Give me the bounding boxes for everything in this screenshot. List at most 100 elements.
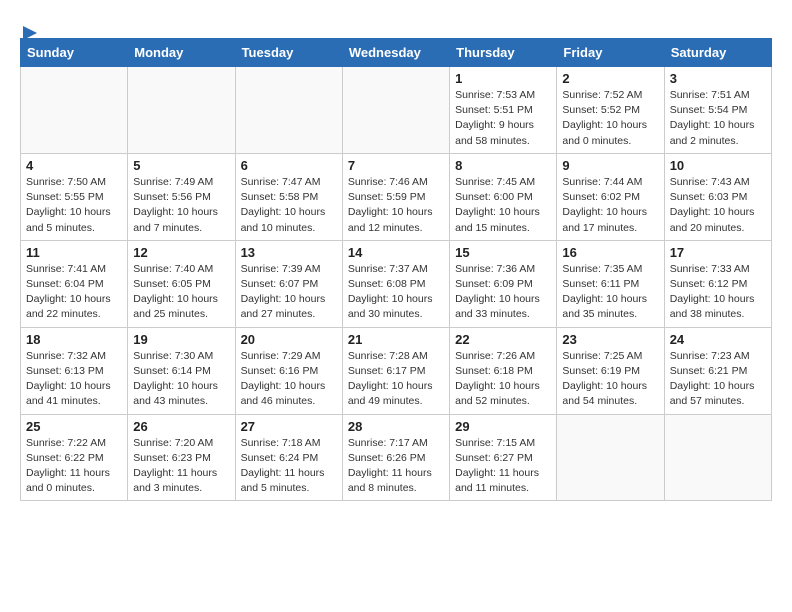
day-info: Sunrise: 7:26 AMSunset: 6:18 PMDaylight:… [455, 349, 551, 410]
day-info: Sunrise: 7:52 AMSunset: 5:52 PMDaylight:… [562, 88, 658, 149]
calendar-day-cell: 2 Sunrise: 7:52 AMSunset: 5:52 PMDaylight… [557, 67, 664, 154]
calendar-table: SundayMondayTuesdayWednesdayThursdayFrid… [20, 38, 772, 501]
day-number: 23 [562, 332, 658, 347]
day-info: Sunrise: 7:47 AMSunset: 5:58 PMDaylight:… [241, 175, 337, 236]
calendar-day-cell [128, 67, 235, 154]
calendar-week-row: 4 Sunrise: 7:50 AMSunset: 5:55 PMDaylight… [21, 153, 772, 240]
day-info: Sunrise: 7:15 AMSunset: 6:27 PMDaylight:… [455, 436, 551, 497]
day-number: 5 [133, 158, 229, 173]
calendar-week-row: 11Sunrise: 7:41 AMSunset: 6:04 PMDayligh… [21, 240, 772, 327]
day-number: 1 [455, 71, 551, 86]
calendar-day-cell: 24 Sunrise: 7:23 AMSunset: 6:21 PMDayligh… [664, 327, 771, 414]
calendar-day-cell: 21 Sunrise: 7:28 AMSunset: 6:17 PMDayligh… [342, 327, 449, 414]
calendar-day-cell: 20 Sunrise: 7:29 AMSunset: 6:16 PMDayligh… [235, 327, 342, 414]
calendar-day-cell: 27 Sunrise: 7:18 AMSunset: 6:24 PMDayligh… [235, 414, 342, 501]
day-number: 7 [348, 158, 444, 173]
calendar-day-cell: 13 Sunrise: 7:39 AMSunset: 6:07 PMDayligh… [235, 240, 342, 327]
calendar-week-row: 18 Sunrise: 7:32 AMSunset: 6:13 PMDayligh… [21, 327, 772, 414]
calendar-day-cell: 9 Sunrise: 7:44 AMSunset: 6:02 PMDaylight… [557, 153, 664, 240]
day-info: Sunrise: 7:23 AMSunset: 6:21 PMDaylight:… [670, 349, 766, 410]
calendar-day-cell: 25 Sunrise: 7:22 AMSunset: 6:22 PMDayligh… [21, 414, 128, 501]
day-number: 9 [562, 158, 658, 173]
day-number: 21 [348, 332, 444, 347]
day-number: 27 [241, 419, 337, 434]
day-number: 3 [670, 71, 766, 86]
day-number: 10 [670, 158, 766, 173]
calendar-day-cell: 29 Sunrise: 7:15 AMSunset: 6:27 PMDayligh… [450, 414, 557, 501]
day-info: Sunrise: 7:39 AMSunset: 6:07 PMDaylight:… [241, 262, 337, 323]
logo-arrow-icon [21, 24, 39, 42]
calendar-day-cell: 8Sunrise: 7:45 AMSunset: 6:00 PMDaylight… [450, 153, 557, 240]
day-info: Sunrise: 7:25 AMSunset: 6:19 PMDaylight:… [562, 349, 658, 410]
day-info: Sunrise: 7:22 AMSunset: 6:22 PMDaylight:… [26, 436, 122, 497]
day-number: 29 [455, 419, 551, 434]
calendar-week-row: 25 Sunrise: 7:22 AMSunset: 6:22 PMDayligh… [21, 414, 772, 501]
day-number: 18 [26, 332, 122, 347]
day-number: 11 [26, 245, 122, 260]
calendar-day-cell [342, 67, 449, 154]
weekday-header: Wednesday [342, 39, 449, 67]
day-info: Sunrise: 7:44 AMSunset: 6:02 PMDaylight:… [562, 175, 658, 236]
calendar-day-cell: 6 Sunrise: 7:47 AMSunset: 5:58 PMDaylight… [235, 153, 342, 240]
calendar-day-cell: 18 Sunrise: 7:32 AMSunset: 6:13 PMDayligh… [21, 327, 128, 414]
day-number: 16 [562, 245, 658, 260]
day-info: Sunrise: 7:33 AMSunset: 6:12 PMDaylight:… [670, 262, 766, 323]
calendar-day-cell: 1Sunrise: 7:53 AMSunset: 5:51 PMDaylight… [450, 67, 557, 154]
day-info: Sunrise: 7:43 AMSunset: 6:03 PMDaylight:… [670, 175, 766, 236]
day-info: Sunrise: 7:36 AMSunset: 6:09 PMDaylight:… [455, 262, 551, 323]
calendar-day-cell: 23 Sunrise: 7:25 AMSunset: 6:19 PMDayligh… [557, 327, 664, 414]
calendar-day-cell [235, 67, 342, 154]
day-info: Sunrise: 7:30 AMSunset: 6:14 PMDaylight:… [133, 349, 229, 410]
day-number: 22 [455, 332, 551, 347]
calendar-day-cell: 3 Sunrise: 7:51 AMSunset: 5:54 PMDaylight… [664, 67, 771, 154]
calendar-header-row: SundayMondayTuesdayWednesdayThursdayFrid… [21, 39, 772, 67]
day-number: 12 [133, 245, 229, 260]
weekday-header: Thursday [450, 39, 557, 67]
day-info: Sunrise: 7:37 AMSunset: 6:08 PMDaylight:… [348, 262, 444, 323]
day-number: 15 [455, 245, 551, 260]
day-number: 17 [670, 245, 766, 260]
calendar-day-cell: 22 Sunrise: 7:26 AMSunset: 6:18 PMDayligh… [450, 327, 557, 414]
day-info: Sunrise: 7:51 AMSunset: 5:54 PMDaylight:… [670, 88, 766, 149]
day-number: 20 [241, 332, 337, 347]
day-number: 13 [241, 245, 337, 260]
logo [20, 24, 40, 38]
calendar-day-cell: 26 Sunrise: 7:20 AMSunset: 6:23 PMDayligh… [128, 414, 235, 501]
day-number: 26 [133, 419, 229, 434]
day-number: 4 [26, 158, 122, 173]
day-info: Sunrise: 7:20 AMSunset: 6:23 PMDaylight:… [133, 436, 229, 497]
weekday-header: Saturday [664, 39, 771, 67]
day-number: 19 [133, 332, 229, 347]
day-info: Sunrise: 7:46 AMSunset: 5:59 PMDaylight:… [348, 175, 444, 236]
day-info: Sunrise: 7:28 AMSunset: 6:17 PMDaylight:… [348, 349, 444, 410]
calendar-day-cell: 12Sunrise: 7:40 AMSunset: 6:05 PMDayligh… [128, 240, 235, 327]
calendar-day-cell: 15 Sunrise: 7:36 AMSunset: 6:09 PMDayligh… [450, 240, 557, 327]
calendar-day-cell: 19 Sunrise: 7:30 AMSunset: 6:14 PMDayligh… [128, 327, 235, 414]
calendar-day-cell: 14Sunrise: 7:37 AMSunset: 6:08 PMDayligh… [342, 240, 449, 327]
day-info: Sunrise: 7:50 AMSunset: 5:55 PMDaylight:… [26, 175, 122, 236]
calendar-day-cell: 4 Sunrise: 7:50 AMSunset: 5:55 PMDaylight… [21, 153, 128, 240]
day-number: 24 [670, 332, 766, 347]
day-number: 25 [26, 419, 122, 434]
calendar-day-cell: 10 Sunrise: 7:43 AMSunset: 6:03 PMDayligh… [664, 153, 771, 240]
day-info: Sunrise: 7:32 AMSunset: 6:13 PMDaylight:… [26, 349, 122, 410]
day-info: Sunrise: 7:35 AMSunset: 6:11 PMDaylight:… [562, 262, 658, 323]
day-number: 2 [562, 71, 658, 86]
weekday-header: Friday [557, 39, 664, 67]
weekday-header: Tuesday [235, 39, 342, 67]
day-number: 6 [241, 158, 337, 173]
day-info: Sunrise: 7:49 AMSunset: 5:56 PMDaylight:… [133, 175, 229, 236]
calendar-day-cell: 16 Sunrise: 7:35 AMSunset: 6:11 PMDayligh… [557, 240, 664, 327]
day-info: Sunrise: 7:18 AMSunset: 6:24 PMDaylight:… [241, 436, 337, 497]
calendar-day-cell: 17 Sunrise: 7:33 AMSunset: 6:12 PMDayligh… [664, 240, 771, 327]
day-info: Sunrise: 7:17 AMSunset: 6:26 PMDaylight:… [348, 436, 444, 497]
calendar-week-row: 1Sunrise: 7:53 AMSunset: 5:51 PMDaylight… [21, 67, 772, 154]
day-number: 8 [455, 158, 551, 173]
calendar-day-cell [664, 414, 771, 501]
calendar-day-cell: 11Sunrise: 7:41 AMSunset: 6:04 PMDayligh… [21, 240, 128, 327]
calendar-day-cell: 7 Sunrise: 7:46 AMSunset: 5:59 PMDaylight… [342, 153, 449, 240]
weekday-header: Monday [128, 39, 235, 67]
day-info: Sunrise: 7:29 AMSunset: 6:16 PMDaylight:… [241, 349, 337, 410]
calendar-day-cell [21, 67, 128, 154]
weekday-header: Sunday [21, 39, 128, 67]
